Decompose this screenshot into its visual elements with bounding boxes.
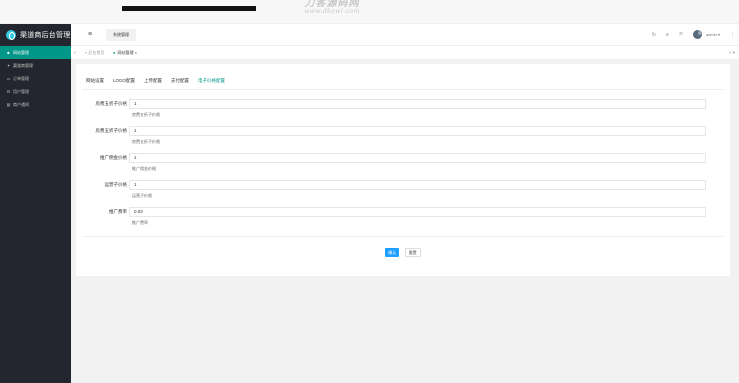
sidebar-item-website[interactable]: ■ 网站管理 — [0, 46, 71, 59]
logo-icon — [6, 30, 16, 40]
form-row: 推广费率 0.03 推广费率 — [76, 207, 730, 233]
settings-tabs: 网站设置 LOGO配置 上传配置 支付配置 电子价格配置 — [86, 78, 225, 84]
sidebar-item-label: 渠道商管理 — [13, 62, 33, 68]
sidebar-item-channel[interactable]: ✦ 渠道商管理 — [0, 59, 71, 72]
note-icon[interactable]: ≡ — [666, 32, 669, 38]
sidebar-item-label: 商户通知 — [13, 101, 29, 107]
price-input[interactable]: 1 — [129, 126, 706, 136]
form-divider — [82, 236, 724, 237]
sidebar-item-label: 用户管理 — [13, 88, 29, 94]
menu-toggle-icon[interactable]: ≡ — [88, 31, 92, 38]
sidebar: 渠道商后台管理 ■ 网站管理 ✦ 渠道商管理 ▭ 订单管理 ⊟ 用户管理 ▤ 商… — [0, 24, 71, 383]
tab-label: 网站管理 × — [117, 50, 137, 55]
settings-card: 网站设置 LOGO配置 上传配置 支付配置 电子价格配置 房费五折子价格 1 房… — [76, 64, 730, 276]
field-hint: 推广佣金价格 — [132, 166, 156, 171]
logo-text: 渠道商后台管理 — [20, 32, 71, 39]
field-hint: 房费五折子价格 — [132, 112, 160, 117]
rate-input[interactable]: 0.03 — [129, 207, 706, 217]
star-icon: ✦ — [6, 63, 11, 68]
field-label: 房费五折子价格 — [95, 128, 128, 133]
tab-price-config[interactable]: 电子价格配置 — [198, 78, 225, 84]
field-hint: 运营子价格 — [132, 193, 152, 198]
square-icon: ■ — [7, 50, 10, 55]
header-actions: ↻ ≡ ⤧ admin ▾ ⋮ — [652, 30, 735, 39]
tabs-scroll-left-icon[interactable]: ‹ — [74, 50, 76, 56]
user-icon: ⊟ — [6, 89, 11, 94]
tab-website-manage[interactable]: ● 网站管理 × — [113, 50, 137, 56]
sidebar-logo[interactable]: 渠道商后台管理 — [0, 24, 71, 46]
sidebar-item-label: 订单管理 — [13, 75, 29, 81]
field-label: 运营子价格 — [104, 182, 128, 187]
field-label: 推广佣金价格 — [100, 155, 127, 160]
sidebar-item-notices[interactable]: ▤ 商户通知 — [0, 98, 71, 111]
order-icon: ▭ — [6, 76, 11, 81]
fullscreen-icon[interactable]: ⤧ — [679, 32, 683, 38]
tab-site-settings[interactable]: 网站设置 — [86, 78, 104, 84]
refresh-icon[interactable]: ↻ — [652, 32, 656, 38]
field-label: 房费五折子价格 — [95, 101, 128, 106]
tab-payment-config[interactable]: 支付配置 — [171, 78, 189, 84]
redaction-bar — [122, 6, 256, 11]
form-row: 房费五折子价格 1 房费五折子价格 — [76, 126, 730, 152]
sidebar-item-orders[interactable]: ▭ 订单管理 — [0, 72, 71, 85]
price-input[interactable]: 1 — [129, 153, 706, 163]
field-hint: 推广费率 — [132, 220, 148, 225]
tab-home[interactable]: « 后台首页 — [85, 50, 104, 56]
sidebar-item-label: 网站管理 — [13, 49, 29, 55]
reset-button[interactable]: 重置 — [404, 248, 421, 257]
notice-icon: ▤ — [6, 102, 11, 107]
watermark-title: 刀客源码网 — [304, 0, 360, 9]
top-header: ≡ 系统管理 ↻ ≡ ⤧ admin ▾ ⋮ — [71, 24, 739, 46]
tabs-divider — [82, 89, 724, 90]
tabs-scroll-right-icon[interactable]: › » — [729, 50, 735, 56]
form-row: 推广佣金价格 1 推广佣金价格 — [76, 153, 730, 179]
form-row: 房费五折子价格 1 房费五折子价格 — [76, 99, 730, 125]
tab-upload-config[interactable]: 上传配置 — [144, 78, 162, 84]
price-input[interactable]: 1 — [129, 180, 706, 190]
form-actions: 确认 重置 — [76, 248, 730, 257]
watermark: 刀客源码网 www.dkewl.com — [292, 0, 372, 16]
avatar[interactable] — [692, 30, 702, 39]
more-icon[interactable]: ⋮ — [730, 32, 735, 38]
price-input[interactable]: 1 — [129, 99, 706, 109]
confirm-button[interactable]: 确认 — [385, 248, 400, 257]
field-label: 推广费率 — [109, 209, 127, 214]
watermark-url: www.dkewl.com — [304, 8, 360, 15]
field-hint: 房费五折子价格 — [132, 139, 160, 144]
form-row: 运营子价格 1 运营子价格 — [76, 180, 730, 206]
tab-logo-config[interactable]: LOGO配置 — [113, 78, 135, 84]
header-tab-system[interactable]: 系统管理 — [106, 29, 136, 41]
sidebar-item-users[interactable]: ⊟ 用户管理 — [0, 85, 71, 98]
page-tabs-bar: ‹ « 后台首页 ● 网站管理 × › » — [71, 46, 739, 60]
active-dot-icon: ● — [113, 50, 116, 55]
admin-menu[interactable]: admin ▾ — [706, 32, 720, 37]
browser-top-strip: 刀客源码网 www.dkewl.com — [0, 0, 739, 24]
